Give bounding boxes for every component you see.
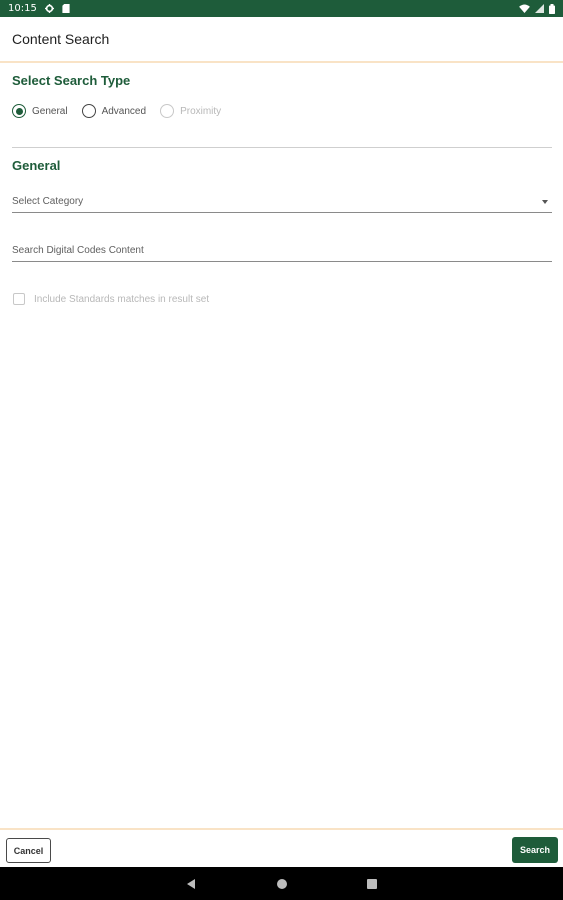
radio-advanced-label: Advanced bbox=[101, 105, 147, 117]
search-field[interactable] bbox=[12, 240, 552, 262]
recents-icon[interactable] bbox=[352, 867, 392, 900]
home-icon[interactable] bbox=[262, 867, 302, 900]
include-standards-option: Include Standards matches in result set bbox=[13, 293, 209, 305]
category-select[interactable]: Select Category bbox=[12, 191, 552, 213]
radio-proximity-label: Proximity bbox=[180, 105, 222, 117]
general-heading: General bbox=[12, 158, 61, 173]
include-standards-label: Include Standards matches in result set bbox=[34, 293, 210, 305]
radio-proximity-indicator bbox=[160, 104, 175, 118]
radio-advanced[interactable]: Advanced bbox=[81, 104, 147, 118]
battery-icon bbox=[549, 3, 555, 14]
section-divider bbox=[12, 147, 552, 148]
search-button[interactable]: Search bbox=[512, 837, 558, 863]
radio-general[interactable]: General bbox=[12, 104, 68, 118]
search-input[interactable] bbox=[12, 245, 552, 256]
search-type-heading: Select Search Type bbox=[12, 73, 131, 88]
status-time: 10:15 bbox=[8, 3, 37, 14]
status-bar: 10:15 bbox=[0, 0, 563, 17]
settings-icon bbox=[44, 4, 54, 13]
action-bar: Cancel Search bbox=[0, 828, 563, 867]
radio-proximity: Proximity bbox=[160, 104, 221, 118]
wifi-icon bbox=[519, 4, 530, 13]
radio-general-label: General bbox=[32, 105, 68, 117]
dropdown-arrow-icon[interactable] bbox=[542, 199, 548, 204]
cancel-button[interactable]: Cancel bbox=[6, 838, 51, 863]
radio-advanced-indicator[interactable] bbox=[81, 104, 96, 118]
radio-general-indicator[interactable] bbox=[12, 104, 26, 118]
include-standards-checkbox bbox=[13, 293, 25, 305]
system-nav-bar bbox=[0, 867, 563, 900]
back-icon[interactable] bbox=[171, 867, 211, 900]
app-bar: Content Search bbox=[0, 17, 563, 63]
category-select-placeholder: Select Category bbox=[12, 196, 84, 207]
search-type-radio-group: General Advanced Proximity bbox=[12, 104, 235, 118]
page-title: Content Search bbox=[12, 31, 110, 47]
signal-icon bbox=[535, 4, 544, 13]
sd-card-icon bbox=[62, 4, 70, 13]
